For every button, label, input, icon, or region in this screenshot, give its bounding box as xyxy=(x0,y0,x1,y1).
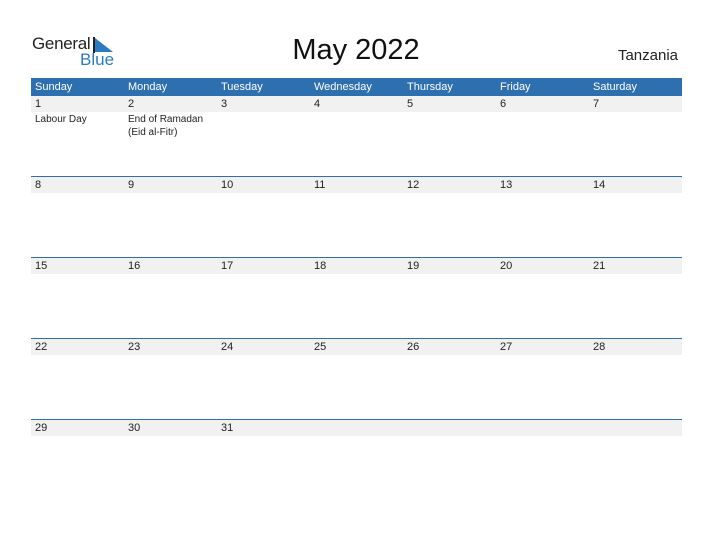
weekday-wednesday: Wednesday xyxy=(314,81,372,93)
day-event xyxy=(31,274,124,275)
day-number[interactable] xyxy=(496,420,589,436)
day-event xyxy=(124,355,217,356)
date-strip: 1234567 xyxy=(31,96,682,112)
day-number[interactable]: 7 xyxy=(589,96,682,112)
events-strip xyxy=(31,193,682,194)
weekday-header: Sunday Monday Tuesday Wednesday Thursday Frid… xyxy=(31,78,682,96)
day-event xyxy=(217,274,310,275)
week-row: 8 9 10 11 12 13 14 xyxy=(31,176,682,257)
day-number[interactable]: 13 xyxy=(496,177,589,193)
day-number[interactable]: 20 xyxy=(496,258,589,274)
events-strip xyxy=(31,355,682,356)
day-number[interactable]: 29 xyxy=(31,420,124,436)
day-event xyxy=(403,112,496,139)
day-number[interactable] xyxy=(403,420,496,436)
day-number[interactable]: 10 xyxy=(217,177,310,193)
day-event xyxy=(31,355,124,356)
day-event xyxy=(403,274,496,275)
day-event xyxy=(496,112,589,139)
day-event xyxy=(589,112,682,139)
week-row: 1 2 3 4 5 6 7 Labour Day End of Ramadan (Eid al-… xyxy=(31,96,682,176)
day-number[interactable]: 12 xyxy=(403,177,496,193)
events-strip xyxy=(31,436,682,437)
day-event xyxy=(31,193,124,194)
weekday-saturday: Saturday xyxy=(593,81,638,93)
day-number[interactable]: 11 xyxy=(310,177,403,193)
day-event xyxy=(31,436,124,437)
weekday-friday: Friday xyxy=(500,81,531,93)
day-event xyxy=(217,436,310,437)
day-number[interactable]: 24 xyxy=(217,339,310,355)
date-strip: 8 9 10 11 12 13 14 xyxy=(31,177,682,193)
day-event xyxy=(403,355,496,356)
day-event: End of Ramadan (Eid al-Fitr) xyxy=(128,114,204,138)
day-event xyxy=(589,193,682,194)
day-event xyxy=(403,193,496,194)
day-event xyxy=(496,436,589,437)
day-event xyxy=(124,274,217,275)
date-strip: 29 30 31 xyxy=(31,420,682,436)
day-number[interactable]: 9 xyxy=(124,177,217,193)
page-title: May 2022 xyxy=(292,34,420,66)
day-number[interactable]: 31 xyxy=(217,420,310,436)
day-event xyxy=(217,355,310,356)
day-event xyxy=(310,274,403,275)
weekday-sunday: Sunday xyxy=(35,81,73,93)
week-row: 29 30 31 xyxy=(31,419,682,500)
day-number[interactable]: 28 xyxy=(589,339,682,355)
day-number[interactable]: 27 xyxy=(496,339,589,355)
day-event xyxy=(124,436,217,437)
day-number[interactable]: 14 xyxy=(589,177,682,193)
day-number[interactable] xyxy=(589,420,682,436)
day-event xyxy=(310,436,403,437)
day-number[interactable]: 3 xyxy=(217,96,310,112)
events-strip xyxy=(31,274,682,275)
day-number[interactable]: 8 xyxy=(31,177,124,193)
day-number[interactable]: 18 xyxy=(310,258,403,274)
weekday-tuesday: Tuesday xyxy=(221,81,263,93)
date-strip: 22 23 24 25 26 27 28 xyxy=(31,339,682,355)
day-event xyxy=(310,112,403,139)
day-event xyxy=(217,193,310,194)
events-strip: Labour Day End of Ramadan (Eid al-Fitr) xyxy=(31,112,682,139)
day-number[interactable]: 23 xyxy=(124,339,217,355)
day-event xyxy=(496,355,589,356)
day-event xyxy=(310,193,403,194)
day-event xyxy=(589,355,682,356)
day-number[interactable]: 25 xyxy=(310,339,403,355)
day-number[interactable]: 30 xyxy=(124,420,217,436)
day-number[interactable]: 2 xyxy=(124,96,217,112)
date-strip: 15 16 17 18 19 20 21 xyxy=(31,258,682,274)
day-number[interactable]: 16 xyxy=(124,258,217,274)
day-event: Labour Day xyxy=(35,114,87,125)
country-label: Tanzania xyxy=(617,47,678,64)
calendar: Sunday Monday Tuesday Wednesday Thursday Frid… xyxy=(31,78,682,500)
day-event xyxy=(217,112,310,139)
day-number[interactable]: 21 xyxy=(589,258,682,274)
day-number[interactable]: 1 xyxy=(31,96,124,112)
day-number[interactable]: 6 xyxy=(496,96,589,112)
day-event xyxy=(496,274,589,275)
day-number[interactable]: 26 xyxy=(403,339,496,355)
day-number[interactable] xyxy=(310,420,403,436)
day-number[interactable]: 15 xyxy=(31,258,124,274)
day-event xyxy=(496,193,589,194)
week-row: 15 16 17 18 19 20 21 xyxy=(31,257,682,338)
day-number[interactable]: 4 xyxy=(310,96,403,112)
day-number[interactable]: 19 xyxy=(403,258,496,274)
day-event xyxy=(589,274,682,275)
week-row: 22 23 24 25 26 27 28 xyxy=(31,338,682,419)
day-event xyxy=(310,355,403,356)
weekday-thursday: Thursday xyxy=(407,81,453,93)
day-number[interactable]: 22 xyxy=(31,339,124,355)
day-event xyxy=(589,436,682,437)
day-event xyxy=(403,436,496,437)
day-number[interactable]: 5 xyxy=(403,96,496,112)
day-number[interactable]: 17 xyxy=(217,258,310,274)
weekday-monday: Monday xyxy=(128,81,168,93)
day-event xyxy=(124,193,217,194)
